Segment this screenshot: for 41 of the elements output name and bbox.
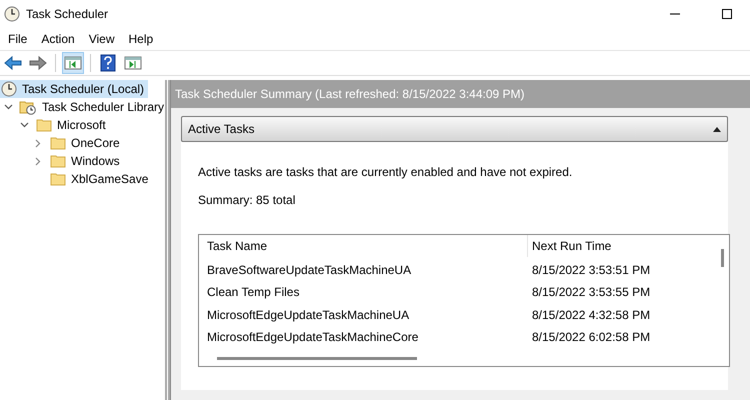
summary-text: Summary: 85 total [198, 193, 296, 207]
folder-icon [50, 153, 66, 169]
console-tree-button[interactable] [62, 52, 84, 74]
table-cell-text: 8/15/2022 3:53:55 PM [531, 284, 652, 302]
folder-icon [50, 171, 66, 187]
window-title: Task Scheduler [26, 7, 110, 21]
section-header[interactable]: Active Tasks [181, 116, 728, 142]
chevron-down-icon[interactable] [20, 122, 28, 128]
table-cell-text: MicrosoftEdgeUpdateTaskMachineCore [206, 329, 420, 346]
table-cell-text: 8/15/2022 4:32:58 PM [531, 306, 652, 324]
panel-title: Task Scheduler Summary (Last refreshed: 8/15/2022 3:44:09 PM) [171, 80, 750, 108]
table-cell-text: BraveSoftwareUpdateTaskMachineUA [206, 262, 412, 279]
menu-item[interactable]: View [82, 32, 122, 46]
tree-item[interactable]: Task Scheduler Library [18, 98, 168, 116]
vertical-scrollbar[interactable] [720, 249, 724, 267]
tree-item[interactable]: Windows [49, 152, 124, 170]
table-cell-text: 8/15/2022 6:02:58 PM [531, 329, 652, 346]
tree-item[interactable]: XblGameSave [49, 170, 152, 188]
clock-icon [1, 81, 17, 97]
folder-icon [36, 117, 52, 133]
table-cell-text: Clean Temp Files [206, 284, 300, 302]
table-cell-text: MicrosoftEdgeUpdateTaskMachineUA [206, 306, 410, 324]
collapse-arrow-icon[interactable] [713, 126, 721, 132]
menu-item[interactable]: Help [122, 32, 162, 46]
menu-item[interactable]: File [2, 32, 36, 46]
folder-clock-icon [19, 99, 37, 115]
column-header[interactable]: Next Run Time [527, 235, 715, 257]
tree-item[interactable]: OneCore [49, 134, 124, 152]
description-text: Active tasks are tasks that are currently enabled and have not expired. [198, 165, 574, 179]
table-cell-text: 8/15/2022 3:53:51 PM [531, 262, 652, 279]
chevron-down-icon[interactable] [4, 104, 13, 110]
chevron-right-icon[interactable] [35, 156, 41, 166]
chevron-right-icon[interactable] [35, 138, 41, 148]
horizontal-scrollbar[interactable] [217, 356, 417, 360]
folder-icon [50, 135, 66, 151]
column-header[interactable]: Task Name [205, 235, 527, 257]
maximize-icon[interactable] [722, 9, 732, 19]
tree-item[interactable]: Task Scheduler (Local) [0, 80, 148, 98]
menu-item[interactable]: Action [35, 32, 83, 46]
tree-item[interactable]: Microsoft [35, 116, 110, 134]
clock-icon [4, 6, 20, 22]
